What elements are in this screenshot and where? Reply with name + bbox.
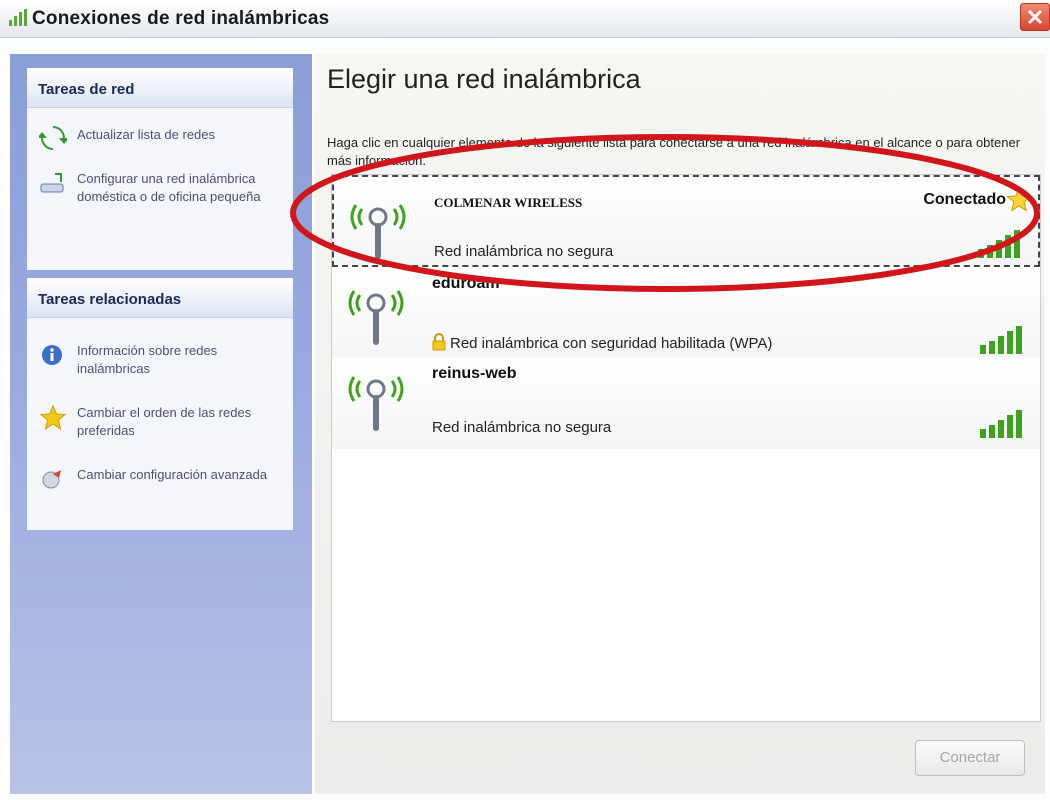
wireless-antenna-icon bbox=[348, 290, 404, 345]
wireless-antenna-icon bbox=[350, 204, 406, 259]
star-icon bbox=[39, 404, 67, 431]
wireless-antenna-icon bbox=[348, 376, 404, 431]
signal-strength-icon bbox=[980, 326, 1022, 354]
wireless-info-link[interactable]: Información sobre redes inalámbricas bbox=[27, 342, 293, 378]
change-preferred-order-link[interactable]: Cambiar el orden de las redes preferidas bbox=[27, 404, 293, 440]
network-item[interactable]: eduroam Red inalámbrica con seguridad ha… bbox=[332, 271, 1040, 363]
setup-wireless-network-link[interactable]: Configurar una red inalámbrica doméstica… bbox=[27, 170, 293, 206]
settings-icon bbox=[42, 470, 61, 489]
network-security-status: Red inalámbrica no segura bbox=[434, 243, 614, 260]
advanced-settings-label: Cambiar configuración avanzada bbox=[77, 467, 268, 482]
wireless-connections-window: Conexiones de red inalámbricas Tareas de… bbox=[0, 0, 1050, 800]
signal-strength-icon bbox=[978, 230, 1020, 258]
page-title: Elegir una red inalámbrica bbox=[327, 64, 641, 94]
refresh-icon bbox=[39, 126, 67, 150]
network-tasks-group: Tareas de red Actualizar lista de redes … bbox=[27, 68, 293, 270]
connect-button[interactable]: Conectar bbox=[915, 740, 1025, 776]
network-security-status: Red inalámbrica con seguridad habilitada… bbox=[432, 333, 772, 352]
related-tasks-group: Tareas relacionadas Información sobre re… bbox=[27, 278, 293, 530]
refresh-network-list-link[interactable]: Actualizar lista de redes bbox=[27, 126, 293, 150]
info-icon bbox=[42, 345, 62, 365]
window-title: Conexiones de red inalámbricas bbox=[32, 8, 330, 29]
instructions-text: Haga clic en cualquier elemento de la si… bbox=[327, 135, 1021, 168]
network-ssid: eduroam bbox=[432, 275, 500, 292]
task-pane: Tareas de red Actualizar lista de redes … bbox=[10, 54, 312, 794]
setup-wireless-network-label: Configurar una red inalámbrica doméstica… bbox=[77, 171, 261, 204]
network-security-label: Red inalámbrica con seguridad habilitada… bbox=[450, 335, 773, 352]
wireless-info-label: Información sobre redes inalámbricas bbox=[77, 343, 218, 376]
lock-icon bbox=[432, 333, 446, 351]
signal-strength-icon bbox=[980, 410, 1022, 438]
preferred-star-icon bbox=[1006, 187, 1032, 212]
related-tasks-header: Tareas relacionadas bbox=[27, 278, 293, 318]
title-bar: Conexiones de red inalámbricas bbox=[0, 0, 1050, 38]
network-ssid: reinus-web bbox=[432, 365, 517, 382]
refresh-network-list-label: Actualizar lista de redes bbox=[77, 127, 216, 142]
network-item[interactable]: COLMENAR WIRELESS Conectado Red inalámbr… bbox=[332, 175, 1040, 267]
network-security-status: Red inalámbrica no segura bbox=[432, 419, 612, 436]
wireless-network-icon bbox=[9, 9, 27, 26]
network-item[interactable]: reinus-web Red inalámbrica no segura bbox=[332, 357, 1040, 449]
close-icon bbox=[1027, 9, 1043, 25]
network-ssid: COLMENAR WIRELESS bbox=[434, 195, 583, 210]
connection-state: Conectado bbox=[923, 191, 1006, 208]
network-list: COLMENAR WIRELESS Conectado Red inalámbr… bbox=[331, 174, 1041, 722]
network-tasks-header: Tareas de red bbox=[27, 68, 293, 108]
main-content: Elegir una red inalámbrica Haga clic en … bbox=[315, 54, 1045, 794]
change-preferred-order-label: Cambiar el orden de las redes preferidas bbox=[77, 405, 252, 438]
advanced-settings-link[interactable]: Cambiar configuración avanzada bbox=[27, 466, 293, 489]
close-button[interactable] bbox=[1020, 3, 1050, 31]
wizard-icon bbox=[40, 173, 64, 193]
